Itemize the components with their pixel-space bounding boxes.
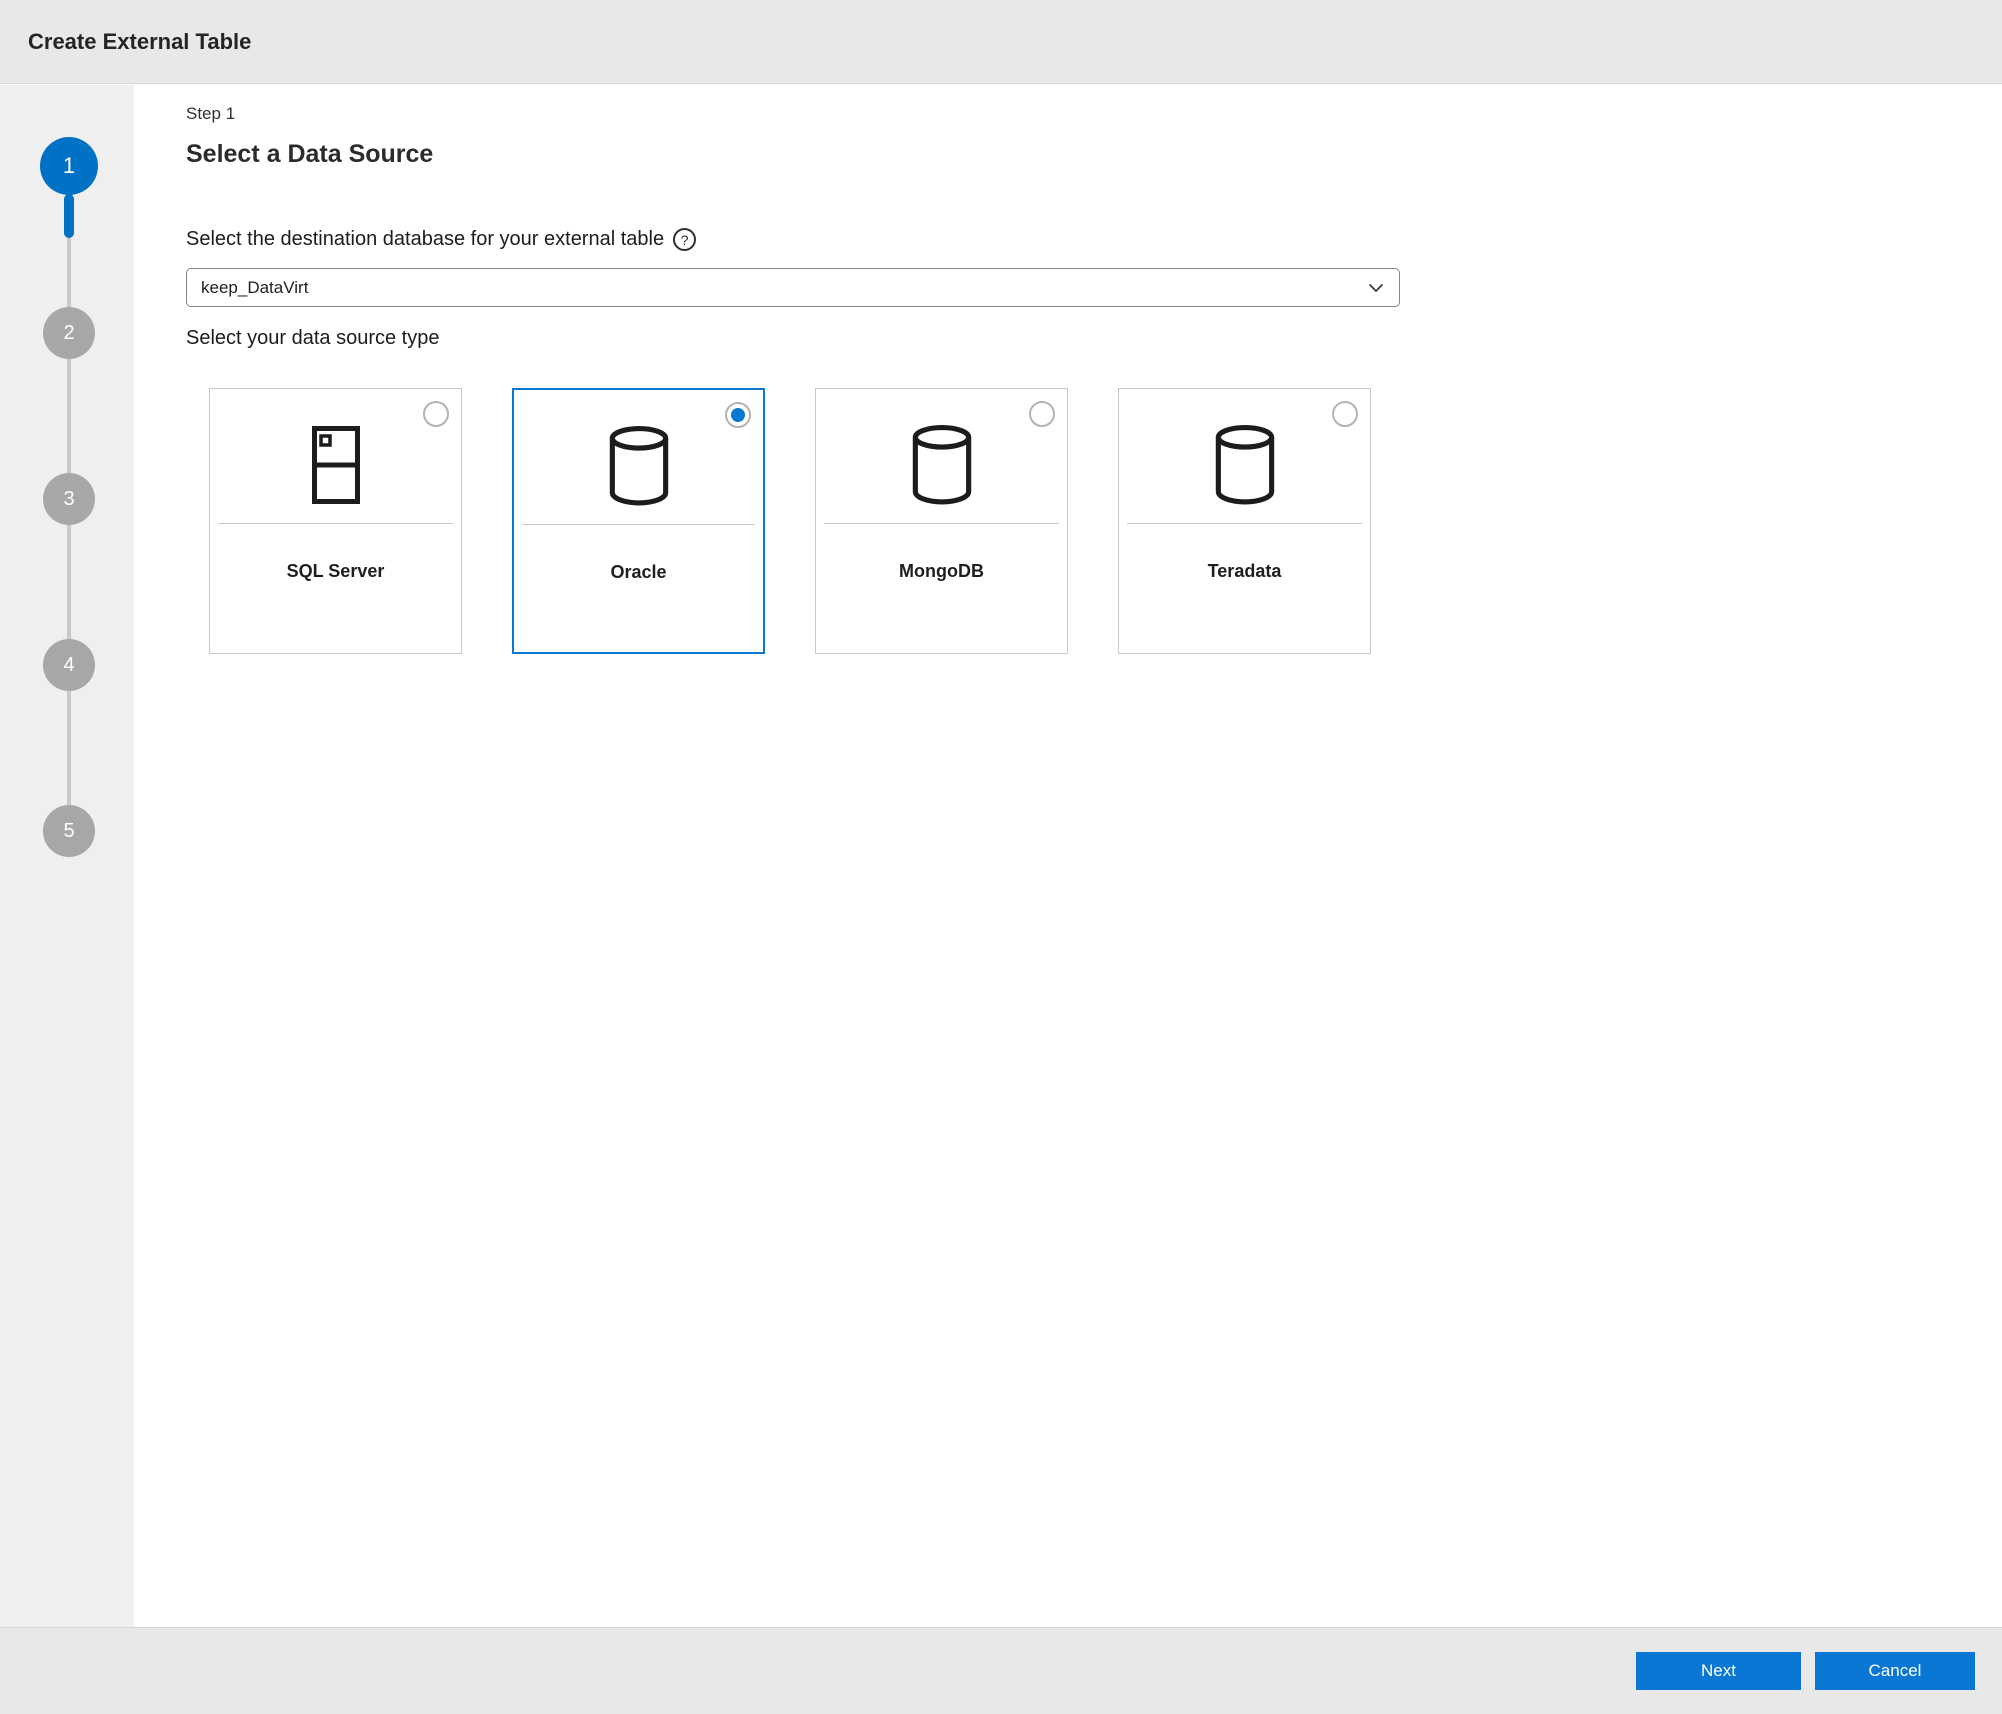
destination-database-label: Select the destination database for your… [186,228,664,251]
step-label: Step 1 [186,104,235,124]
sql-server-icon [210,409,461,521]
data-source-card-sql-server[interactable]: SQL Server [209,388,462,654]
chevron-down-icon [1367,279,1385,297]
card-divider [1127,523,1362,524]
window-title: Create External Table [28,29,251,55]
stepper-progress-bar [64,194,74,238]
database-icon [1119,409,1370,521]
data-source-card-teradata[interactable]: Teradata [1118,388,1371,654]
database-icon [816,409,1067,521]
data-source-card-oracle[interactable]: Oracle [512,388,765,654]
help-icon[interactable]: ? [673,228,696,251]
source-type-label: Select your data source type [186,327,439,350]
destination-database-dropdown[interactable]: keep_DataVirt [186,268,1400,307]
card-divider [218,523,453,524]
page-title: Select a Data Source [186,140,433,169]
data-source-card-mongodb[interactable]: MongoDB [815,388,1068,654]
wizard-page-select-data-source: Step 1 Select a Data Source Select the d… [134,85,2002,1627]
cancel-button[interactable]: Cancel [1815,1652,1975,1690]
card-label: Oracle [514,562,763,583]
data-source-cards: SQL Server Oracle [209,388,1371,654]
next-button[interactable]: Next [1636,1652,1801,1690]
database-icon [514,410,763,522]
step-4-indicator[interactable]: 4 [43,639,95,691]
step-3-indicator[interactable]: 3 [43,473,95,525]
card-label: SQL Server [210,561,461,582]
card-label: Teradata [1119,561,1370,582]
card-divider [522,524,755,525]
step-2-indicator[interactable]: 2 [43,307,95,359]
card-divider [824,523,1059,524]
wizard-footer: Next Cancel [0,1627,2002,1714]
card-label: MongoDB [816,561,1067,582]
step-1-indicator[interactable]: 1 [41,138,97,194]
destination-database-value: keep_DataVirt [201,278,308,298]
destination-database-label-row: Select the destination database for your… [186,228,696,251]
titlebar: Create External Table [0,0,2002,84]
wizard-stepper: 1 2 3 4 5 [0,85,134,1627]
step-5-indicator[interactable]: 5 [43,805,95,857]
